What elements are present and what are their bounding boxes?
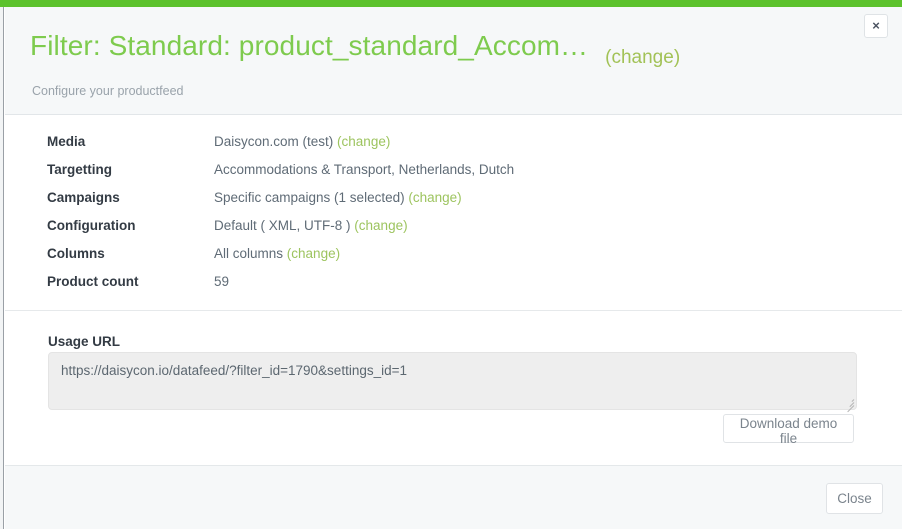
detail-value-text: Specific campaigns (1 selected) (214, 190, 405, 205)
detail-row-columns: Columns All columns (change) (5, 246, 902, 274)
title-row: Filter: Standard: product_standard_Accom… (30, 30, 680, 68)
detail-label: Campaigns (47, 190, 120, 205)
section-divider (5, 310, 902, 311)
detail-value: Specific campaigns (1 selected) (change) (214, 190, 462, 205)
title-change-link[interactable]: (change) (605, 47, 680, 69)
detail-row-targetting: Targetting Accommodations & Transport, N… (5, 162, 902, 190)
detail-value: Accommodations & Transport, Netherlands,… (214, 162, 514, 177)
usage-url-label: Usage URL (48, 334, 121, 349)
detail-label: Configuration (47, 218, 136, 233)
detail-value-text: Accommodations & Transport, Netherlands,… (214, 162, 515, 177)
detail-list: Media Daisycon.com (test) (change) Targe… (5, 116, 902, 302)
detail-value: All columns (change) (214, 246, 340, 261)
detail-value-text: All columns (214, 246, 284, 261)
detail-row-media: Media Daisycon.com (test) (change) (5, 134, 902, 162)
detail-value-text: Daisycon.com (test) (214, 134, 334, 149)
close-icon[interactable]: × (864, 14, 888, 38)
change-link-configuration[interactable]: (change) (354, 218, 407, 233)
page-subtitle: Configure your productfeed (32, 84, 184, 98)
download-demo-file-button[interactable]: Download demo file (723, 414, 854, 446)
filter-modal: × Filter: Standard: product_standard_Acc… (0, 0, 902, 529)
modal-header: × Filter: Standard: product_standard_Acc… (5, 7, 902, 115)
detail-label: Columns (47, 246, 105, 261)
detail-label: Targetting (47, 162, 112, 177)
top-accent-bar (0, 0, 902, 7)
detail-label: Product count (47, 274, 139, 289)
detail-value: 59 (214, 274, 229, 289)
change-link-columns[interactable]: (change) (287, 246, 340, 261)
detail-row-configuration: Configuration Default ( XML, UTF-8 ) (ch… (5, 218, 902, 246)
detail-row-campaigns: Campaigns Specific campaigns (1 selected… (5, 190, 902, 218)
detail-value: Daisycon.com (test) (change) (214, 134, 390, 149)
usage-url-input[interactable] (48, 352, 857, 410)
detail-row-product-count: Product count 59 (5, 274, 902, 302)
detail-value-text: Default ( XML, UTF-8 ) (214, 218, 351, 233)
page-title: Filter: Standard: product_standard_Accom… (30, 30, 589, 61)
modal-footer: Close (5, 465, 902, 529)
change-link-campaigns[interactable]: (change) (408, 190, 461, 205)
detail-value-text: 59 (214, 274, 230, 289)
left-edge-rail (0, 7, 4, 529)
close-button[interactable]: Close (826, 483, 883, 514)
detail-value: Default ( XML, UTF-8 ) (change) (214, 218, 408, 233)
detail-label: Media (47, 134, 86, 149)
change-link-media[interactable]: (change) (337, 134, 390, 149)
